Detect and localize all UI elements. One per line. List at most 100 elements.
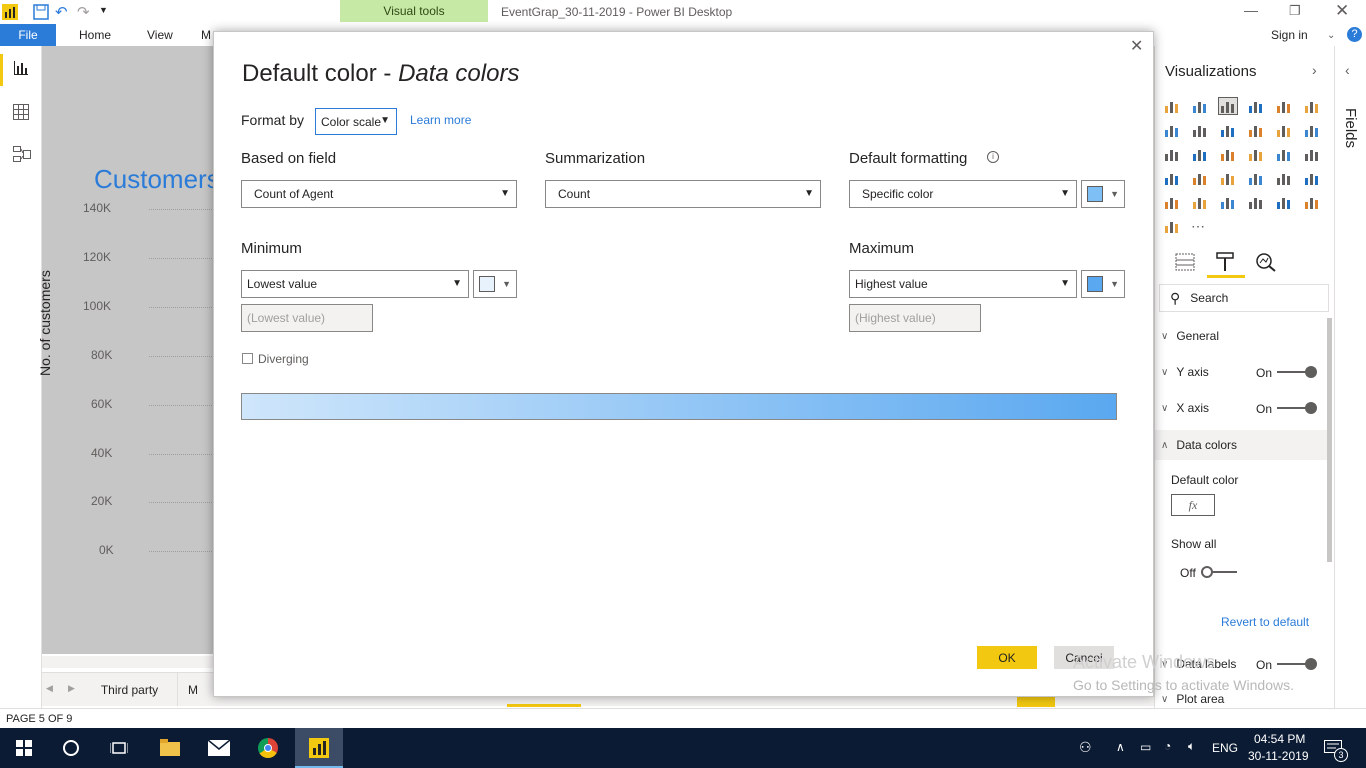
visual-type-icon[interactable] — [1303, 146, 1321, 162]
visual-type-icon[interactable] — [1247, 170, 1265, 186]
ribbon-collapse-icon[interactable]: ⌄ — [1327, 24, 1335, 46]
show-hidden-icons[interactable]: ∧ — [1116, 740, 1125, 754]
report-view-icon[interactable] — [13, 60, 29, 79]
learn-more-link[interactable]: Learn more — [410, 113, 471, 127]
visual-type-icon[interactable] — [1191, 98, 1209, 114]
wifi-icon[interactable]: ◔ — [1164, 739, 1171, 753]
visual-type-icon[interactable] — [1191, 194, 1209, 210]
close-dialog-icon[interactable]: ✕ — [1130, 36, 1143, 56]
minimum-dropdown[interactable]: Lowest value ▼ — [241, 270, 469, 298]
fields-pane-collapsed[interactable]: ‹ Fields — [1334, 46, 1366, 708]
visual-type-icon[interactable] — [1218, 97, 1238, 115]
pane-scrollbar[interactable] — [1327, 318, 1332, 562]
page-tab[interactable]: Third party — [82, 673, 178, 706]
summarization-dropdown[interactable]: Count ▼ — [545, 180, 821, 208]
visual-type-icon[interactable] — [1163, 146, 1181, 162]
help-icon[interactable]: ? — [1347, 27, 1362, 42]
battery-icon[interactable]: ▭ — [1140, 740, 1151, 754]
people-icon[interactable]: ⚇ — [1079, 739, 1092, 756]
default-color-picker[interactable]: ▼ — [1081, 180, 1125, 208]
visual-type-icon[interactable] — [1163, 218, 1181, 234]
x-axis-toggle[interactable] — [1277, 402, 1319, 414]
chrome-icon[interactable] — [258, 738, 278, 758]
ok-button[interactable]: OK — [977, 646, 1037, 669]
based-on-field-dropdown[interactable]: Count of Agent ▼ — [241, 180, 517, 208]
visual-tools-tab[interactable]: Visual tools — [340, 0, 488, 22]
visual-type-icon[interactable] — [1275, 122, 1293, 138]
language-indicator[interactable]: ENG — [1212, 741, 1238, 755]
canvas-scrollbar[interactable] — [42, 656, 214, 668]
tab-view[interactable]: View — [147, 24, 173, 46]
tab-home[interactable]: Home — [79, 24, 111, 46]
format-search-box[interactable]: ⚲ Search — [1159, 284, 1329, 312]
visual-type-icon[interactable] — [1247, 146, 1265, 162]
default-formatting-dropdown[interactable]: Specific color ▼ — [849, 180, 1077, 208]
scroll-right-icon[interactable]: ▶ — [68, 683, 75, 694]
windows-start-icon[interactable] — [16, 740, 32, 759]
scroll-left-icon[interactable]: ◀ — [46, 683, 53, 694]
visual-type-icon[interactable] — [1275, 170, 1293, 186]
clock-time[interactable]: 04:54 PM — [1254, 732, 1305, 746]
task-view-icon[interactable] — [109, 740, 129, 759]
expand-fields-icon[interactable]: ‹ — [1345, 62, 1350, 78]
volume-icon[interactable]: 🔈︎ — [1188, 739, 1195, 754]
search-circle-icon[interactable] — [63, 740, 79, 756]
model-view-icon[interactable] — [13, 145, 31, 166]
visual-type-icon[interactable] — [1163, 194, 1181, 210]
visual-type-icon[interactable] — [1163, 98, 1181, 114]
visual-type-icon[interactable] — [1219, 170, 1237, 186]
redo-icon[interactable]: ↷ — [77, 3, 90, 21]
section-general[interactable]: ∨ General — [1155, 322, 1329, 350]
data-view-icon[interactable] — [13, 104, 29, 123]
close-window-icon[interactable]: ✕ — [1335, 1, 1349, 21]
visual-type-icon[interactable] — [1247, 194, 1265, 210]
format-tab-icon[interactable] — [1215, 251, 1235, 276]
visual-type-icon[interactable] — [1275, 98, 1293, 114]
fields-tab-icon[interactable] — [1175, 252, 1195, 275]
restore-icon[interactable]: ❐ — [1289, 3, 1301, 19]
visual-type-icon[interactable] — [1191, 146, 1209, 162]
visual-type-icon[interactable] — [1219, 194, 1237, 210]
more-visuals-icon[interactable]: ⋯ — [1191, 218, 1206, 235]
mail-icon[interactable] — [207, 739, 231, 759]
revert-to-default-link[interactable]: Revert to default — [1221, 615, 1309, 629]
visual-type-icon[interactable] — [1219, 146, 1237, 162]
show-all-toggle[interactable] — [1201, 566, 1243, 578]
format-by-dropdown[interactable]: Color scale ▼ — [315, 108, 397, 135]
diverging-checkbox[interactable] — [242, 353, 253, 364]
visual-type-icon[interactable] — [1163, 170, 1181, 186]
sign-in-link[interactable]: Sign in — [1271, 24, 1308, 46]
minimum-color-picker[interactable]: ▼ — [473, 270, 517, 298]
customize-toolbar-icon[interactable]: ▼ — [99, 5, 108, 15]
tab-file[interactable]: File — [0, 24, 56, 46]
undo-icon[interactable]: ↶ — [55, 3, 68, 21]
visual-type-icon[interactable] — [1303, 194, 1321, 210]
visual-type-icon[interactable] — [1275, 194, 1293, 210]
visual-type-icon[interactable] — [1163, 122, 1181, 138]
maximum-color-picker[interactable]: ▼ — [1081, 270, 1125, 298]
tab-modeling[interactable]: M — [201, 24, 211, 46]
section-data-colors[interactable]: ∧ Data colors — [1155, 430, 1329, 460]
visual-type-icon[interactable] — [1247, 122, 1265, 138]
file-explorer-icon[interactable] — [160, 739, 180, 760]
minimize-icon[interactable]: — — [1244, 2, 1258, 18]
visual-type-icon[interactable] — [1247, 98, 1265, 114]
visual-type-icon[interactable] — [1303, 98, 1321, 114]
visual-type-icon[interactable] — [1191, 122, 1209, 138]
clock-date[interactable]: 30-11-2019 — [1248, 749, 1309, 763]
save-icon[interactable] — [33, 4, 49, 20]
analytics-tab-icon[interactable] — [1255, 252, 1277, 275]
minimum-color-swatch — [479, 276, 495, 292]
data-labels-toggle[interactable] — [1277, 658, 1319, 670]
fx-button[interactable]: fx — [1171, 494, 1215, 516]
y-axis-toggle[interactable] — [1277, 366, 1319, 378]
visual-type-icon[interactable] — [1191, 170, 1209, 186]
page-tab[interactable]: M — [188, 673, 214, 706]
maximum-dropdown[interactable]: Highest value ▼ — [849, 270, 1077, 298]
visual-type-icon[interactable] — [1219, 122, 1237, 138]
visual-type-icon[interactable] — [1303, 122, 1321, 138]
visual-type-icon[interactable] — [1303, 170, 1321, 186]
collapse-pane-icon[interactable]: › — [1312, 62, 1317, 78]
powerbi-taskbar-button[interactable] — [295, 728, 343, 768]
visual-type-icon[interactable] — [1275, 146, 1293, 162]
